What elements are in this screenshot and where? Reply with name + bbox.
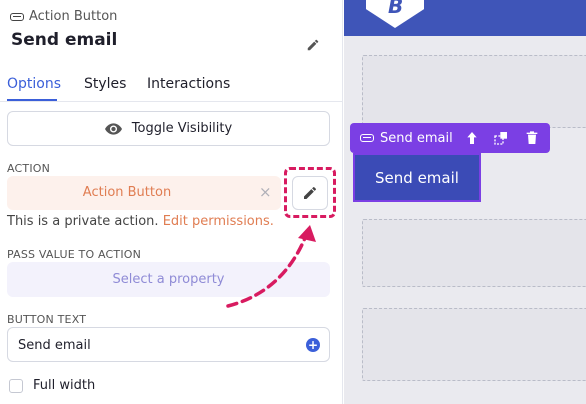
action-select[interactable]: Action Button × [7, 176, 281, 210]
pencil-icon[interactable] [306, 38, 320, 52]
eye-icon [104, 122, 122, 135]
tab-styles[interactable]: Styles [84, 76, 126, 92]
button-component-icon [10, 12, 24, 21]
tab-options[interactable]: Options [7, 76, 61, 92]
send-email-button[interactable]: Send email [353, 153, 481, 202]
toggle-visibility-label: Toggle Visibility [131, 121, 233, 136]
button-component-icon [360, 134, 374, 142]
logo-letter: B [388, 0, 404, 18]
drop-zone[interactable] [362, 308, 586, 381]
edit-permissions-link[interactable]: Edit permissions. [163, 214, 274, 229]
component-type-label: Action Button [29, 9, 118, 24]
toolbar-label: Send email [380, 130, 453, 146]
action-value: Action Button [82, 185, 172, 200]
component-toolbar[interactable]: Send email [350, 123, 550, 153]
toggle-visibility-button[interactable]: Toggle Visibility [7, 111, 330, 146]
resize-icon[interactable] [493, 130, 509, 146]
active-tab-indicator [7, 99, 57, 101]
full-width-label: Full width [33, 378, 96, 393]
button-text-section-label: BUTTON TEXT [7, 313, 87, 326]
trash-icon[interactable] [524, 130, 540, 146]
close-icon[interactable]: × [259, 183, 272, 201]
private-action-text: This is a private action. [7, 214, 159, 229]
highlight-box [284, 167, 336, 218]
private-action-note: This is a private action. Edit permissio… [7, 214, 274, 229]
arrow-up-icon[interactable] [464, 130, 480, 146]
drop-zone[interactable] [362, 55, 586, 128]
tab-interactions[interactable]: Interactions [147, 76, 230, 92]
plus-icon[interactable]: + [306, 338, 320, 352]
toolbar-component-name: Send email [360, 131, 453, 146]
component-title: Send email [11, 30, 118, 50]
tab-bar: Options Styles Interactions [0, 70, 342, 102]
builder-canvas: B Send email Send email [344, 0, 586, 404]
properties-panel: Action Button Send email Options Styles … [0, 0, 343, 404]
pass-value-section-label: PASS VALUE TO ACTION [7, 248, 142, 261]
component-type: Action Button [10, 9, 117, 24]
button-text-value: Send email [18, 338, 91, 353]
drop-zone[interactable] [362, 219, 586, 287]
property-select[interactable]: Select a property [7, 262, 330, 297]
full-width-option[interactable]: Full width [9, 378, 95, 393]
button-text-input[interactable]: Send email + [7, 327, 330, 362]
app-header-bar: B [344, 0, 586, 36]
action-section-label: ACTION [7, 162, 51, 175]
full-width-checkbox[interactable] [9, 378, 23, 393]
